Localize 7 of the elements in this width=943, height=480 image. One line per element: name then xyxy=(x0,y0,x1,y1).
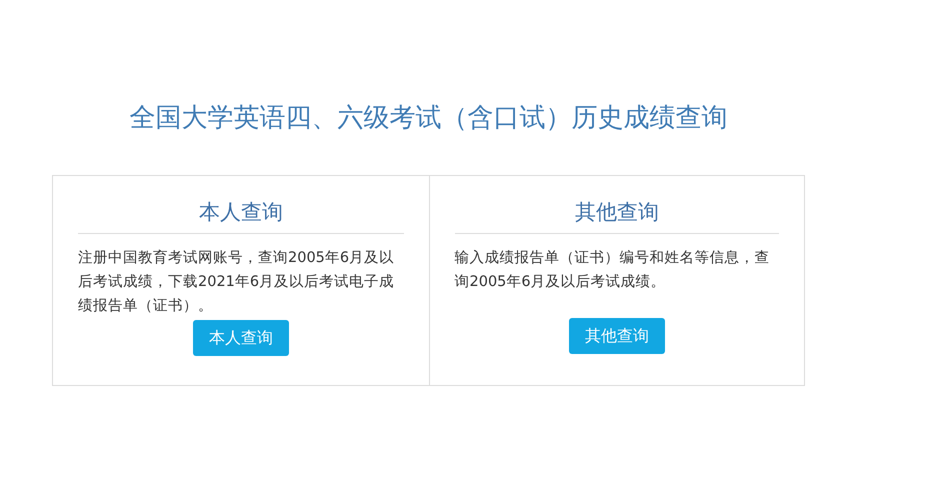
panel-description: 注册中国教育考试网账号，查询2005年6月及以后考试成绩，下载2021年6月及以后考试电子成绩报告单（证书）。 xyxy=(78,248,396,316)
panel-description: 输入成绩报告单（证书）编号和姓名等信息，查询2005年6月及以后考试成绩。 xyxy=(454,249,770,292)
query-button[interactable]: 本人查询 xyxy=(192,320,289,356)
panel-heading: 本人查询 xyxy=(78,196,404,234)
panel-heading: 其他查询 xyxy=(454,196,779,234)
page-title: 全国大学英语四、六级考试（含口试）历史成绩查询 xyxy=(128,102,728,135)
query-button[interactable]: 其他查询 xyxy=(568,318,665,354)
